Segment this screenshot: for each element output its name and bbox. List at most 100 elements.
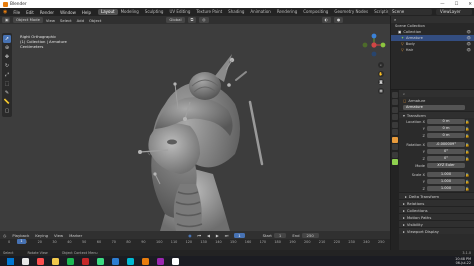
scale-icon[interactable]: ⤢ — [3, 71, 11, 79]
overlays-icon[interactable]: ◐ — [321, 17, 331, 23]
workspace-tab-modeling[interactable]: Modeling — [118, 9, 142, 15]
blender-menu-icon[interactable]: ◉ — [0, 9, 10, 15]
record-icon[interactable]: ● — [188, 233, 191, 238]
current-frame-field[interactable]: 1 — [234, 232, 245, 238]
lock-icon[interactable]: 🔓 — [465, 134, 470, 138]
rotation-z-field[interactable]: 0° — [427, 155, 465, 162]
shading-solid-icon[interactable]: ● — [333, 17, 344, 23]
pan-hand-icon[interactable]: ✋ — [378, 70, 384, 77]
cursor-icon[interactable]: ⊕ — [3, 44, 11, 52]
relations-section[interactable]: ▸ Relations — [391, 199, 474, 206]
tool-settings-tab-icon[interactable] — [392, 91, 398, 98]
render-tab-icon[interactable] — [392, 99, 398, 105]
armature-data-tab-icon[interactable] — [392, 159, 398, 165]
proportional-edit-icon[interactable]: ◎ — [199, 17, 209, 23]
scene-selector[interactable]: Scene — [388, 9, 432, 15]
mode-dropdown[interactable]: Object Mode — [13, 17, 43, 23]
world-tab-icon[interactable] — [392, 129, 398, 135]
visibility-eye-icon[interactable]: 👁 — [466, 30, 471, 34]
maximize-button[interactable]: ☐ — [455, 2, 459, 7]
collections-section[interactable]: ▸ Collections — [391, 206, 474, 213]
grid-icon[interactable]: ▦ — [378, 87, 384, 94]
workspace-tab-animation[interactable]: Animation — [247, 9, 273, 15]
jump-end-icon[interactable]: ⏭ — [225, 233, 228, 238]
lock-icon[interactable]: 🔓 — [465, 150, 470, 154]
taskbar-app-icon[interactable] — [127, 257, 134, 265]
timeline-editor-icon[interactable]: ◷ — [3, 233, 6, 238]
visibility-eye-icon[interactable]: 👁 — [466, 42, 471, 46]
menu-file[interactable]: File — [10, 10, 23, 15]
timeline-area[interactable]: 0102030405060708090100110120130140150160… — [0, 239, 390, 250]
move-icon[interactable]: ✥ — [3, 53, 11, 61]
workspace-tab-shading[interactable]: Shading — [225, 9, 247, 15]
workspace-tab-texture-paint[interactable]: Texture Paint — [193, 9, 225, 15]
menu-add[interactable]: Add — [77, 18, 84, 23]
menu-view[interactable]: View — [46, 18, 55, 23]
taskbar-app-icon[interactable] — [52, 257, 59, 265]
transform-section-header[interactable]: ▾ Transform — [391, 111, 474, 118]
menu-window[interactable]: Window — [57, 10, 79, 15]
menu-timeline-view[interactable]: View — [54, 233, 63, 238]
outliner-search-icon[interactable]: ⌕ — [394, 17, 396, 22]
view-layer-selector[interactable]: ViewLayer — [436, 9, 472, 15]
view-layer-tab-icon[interactable] — [392, 114, 398, 120]
end-frame-field[interactable]: 250 — [301, 232, 319, 238]
scale-y-field[interactable]: 1.000 — [427, 178, 465, 185]
taskbar-app-icon[interactable] — [157, 257, 164, 265]
playhead[interactable]: 1 — [17, 239, 26, 244]
output-tab-icon[interactable] — [392, 106, 398, 113]
object-tab-icon[interactable] — [392, 136, 398, 143]
lock-icon[interactable]: 🔓 — [465, 143, 470, 147]
lock-icon[interactable]: 🔓 — [465, 127, 470, 131]
lock-icon[interactable]: 🔓 — [465, 173, 470, 177]
motion-paths-section[interactable]: ▸ Motion Paths — [391, 213, 474, 220]
rotate-icon[interactable]: ↻ — [3, 62, 11, 70]
physics-tab-icon[interactable] — [392, 144, 398, 150]
play-icon[interactable]: ▶ — [216, 233, 219, 238]
start-button-icon[interactable] — [7, 257, 14, 265]
play-reverse-icon[interactable]: ◀ — [207, 233, 210, 238]
properties-search[interactable]: ⌕ — [391, 90, 474, 97]
menu-select[interactable]: Select — [60, 18, 72, 23]
annotate-icon[interactable]: ✎ — [3, 89, 11, 97]
scale-z-field[interactable]: 1.000 — [427, 185, 465, 192]
zoom-icon[interactable]: ⌕ — [378, 62, 384, 68]
minimize-button[interactable]: — — [440, 2, 444, 7]
workspace-tab-rendering[interactable]: Rendering — [274, 9, 300, 15]
workspace-tab-geometry-nodes[interactable]: Geometry Nodes — [331, 9, 371, 15]
transform-orientation-dropdown[interactable]: Global — [166, 17, 185, 23]
rotation-mode-dropdown[interactable]: XYZ Euler — [427, 162, 465, 169]
lock-icon[interactable]: 🔓 — [465, 180, 470, 184]
taskbar-app-icon[interactable] — [37, 257, 44, 265]
lock-icon[interactable]: 🔓 — [465, 157, 470, 161]
outliner-row-hair[interactable]: ▽ Hair 👁 — [391, 47, 474, 53]
taskbar-app-icon[interactable] — [112, 257, 119, 265]
camera-icon[interactable]: ◙ — [378, 79, 384, 85]
menu-playback[interactable]: Playback — [12, 233, 29, 238]
constraints-tab-icon[interactable] — [392, 151, 398, 158]
menu-object[interactable]: Object — [89, 18, 101, 23]
rotation-x-field[interactable]: -0.000009° — [427, 141, 465, 148]
location-z-field[interactable]: 0 m — [427, 132, 465, 139]
close-button[interactable]: ✕ — [468, 2, 472, 7]
menu-keying[interactable]: Keying — [35, 233, 48, 238]
menu-help[interactable]: Help — [79, 10, 94, 15]
location-y-field[interactable]: 0 m — [427, 125, 465, 132]
taskbar-app-icon[interactable] — [142, 257, 149, 265]
jump-start-icon[interactable]: ⏮ — [198, 233, 201, 238]
visibility-eye-icon[interactable]: 👁 — [466, 48, 471, 52]
rotation-y-field[interactable]: 0° — [427, 148, 465, 155]
navigation-gizmo-icon[interactable] — [362, 33, 386, 57]
taskbar-app-icon[interactable] — [22, 257, 29, 265]
viewport-display-section[interactable]: ▸ Viewport Display — [391, 227, 474, 234]
delta-transform-section[interactable]: ▸ Delta Transform — [391, 192, 474, 199]
workspace-tab-sculpting[interactable]: Sculpting — [142, 9, 167, 15]
snap-icon[interactable]: ⧉ — [187, 17, 197, 23]
object-name-field[interactable]: Armature — [403, 104, 465, 111]
workspace-tab-uv-editing[interactable]: UV Editing — [166, 9, 193, 15]
lock-icon[interactable]: 🔓 — [465, 120, 470, 124]
visibility-section[interactable]: ▸ Visibility — [391, 220, 474, 227]
location-x-field[interactable]: 0 m — [427, 118, 465, 125]
taskbar-app-icon[interactable] — [97, 257, 104, 265]
scene-tab-icon[interactable] — [392, 121, 398, 128]
